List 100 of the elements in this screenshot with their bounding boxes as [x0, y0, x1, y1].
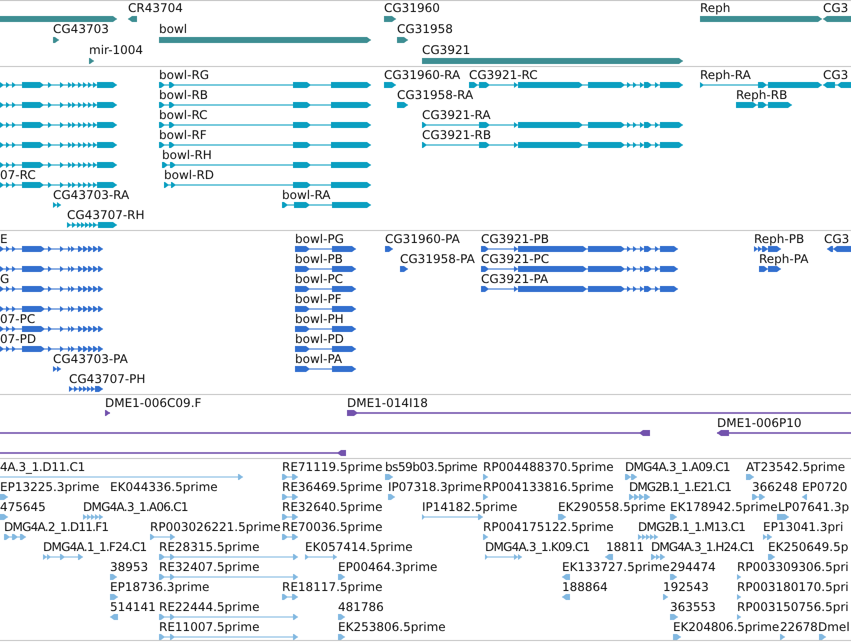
feature-label: Reph [700, 1, 730, 15]
feature-label: DMG4A.3_1.H24.C1 [651, 540, 754, 554]
feature-label: bowl-PC [295, 272, 344, 286]
feature-label: Dmel [818, 620, 850, 634]
feature-label: RE36469.5prime [282, 480, 382, 494]
feature-label: EK044336.5prime [110, 480, 218, 494]
feature-label: E [0, 232, 8, 246]
feature-label: CG3921-RB [422, 128, 492, 142]
feature-label: RE28315.5prime [159, 540, 260, 554]
feature-label: CG31960-RA [384, 68, 460, 82]
feature-label: DMG4A.3_1.K09.C1 [485, 540, 590, 554]
feature-label: EK253806.5prime [338, 620, 446, 634]
feature-label: 4A.3_1.D11.C1 [0, 460, 85, 474]
feature-label: RP004488370.5prime [483, 460, 614, 474]
feature-label: RE11007.5prime [159, 620, 260, 634]
feature-label: 188864 [562, 580, 608, 594]
feature-label: bowl-RH [162, 148, 212, 162]
feature-label: EP13225.3prime [0, 480, 100, 494]
feature-label: bowl-RA [282, 188, 330, 202]
feature-label: bs59b03.5prime [385, 460, 478, 474]
feature-label: CG31960 [384, 1, 440, 15]
feature-label: CR43704 [128, 1, 183, 15]
feature-label: RE22444.5prime [159, 600, 260, 614]
feature-label: RE32640.5prime [282, 500, 382, 514]
feature-label: CG3921-PB [481, 232, 550, 246]
feature-label: DMG4A.3_1.A06.C1 [83, 500, 188, 514]
feature-label: bowl-PG [295, 232, 344, 246]
feature-label: DME1-014I18 [347, 396, 428, 410]
feature-label: DME1-006P10 [717, 416, 802, 430]
feature-label: Reph-RB [736, 88, 788, 102]
feature-label: RP003150756.5pri [737, 600, 849, 614]
feature-label: RE70036.5prime [282, 520, 382, 534]
feature-label: CG3 [824, 232, 850, 246]
feature-label: CG43703-PA [53, 352, 128, 366]
feature-label: CG3921-PA [481, 272, 548, 286]
feature-label: bowl-PB [295, 252, 343, 266]
feature-label: 366248 [752, 480, 798, 494]
feature-label: CG43703-RA [53, 188, 130, 202]
feature-label: G [0, 272, 10, 286]
feature-label: CG31958 [397, 22, 453, 36]
feature-label: DME1-006C09.F [105, 396, 202, 410]
feature-label: RP003026221.5prime [150, 520, 281, 534]
feature-label: 07-PC [0, 312, 36, 326]
feature-label: 22678 [780, 620, 818, 634]
feature-label: CG3921 [422, 43, 470, 57]
feature-label: bowl-RD [164, 168, 214, 182]
feature-label: EP18736.3prime [110, 580, 210, 594]
feature-label: DMG2B.1_1.E21.C1 [629, 480, 731, 494]
feature-label: CG43707-PH [69, 372, 146, 386]
feature-label: 514141 [110, 600, 156, 614]
feature-label: 294474 [670, 560, 716, 574]
feature-label: bowl-PF [295, 292, 342, 306]
feature-label: Reph-RA [700, 68, 751, 82]
feature-label: CG43707-RH [67, 208, 145, 222]
feature-label: IP07318.3prime [388, 480, 482, 494]
feature-label: 475645 [0, 500, 46, 514]
feature-label: bowl-PA [295, 352, 342, 366]
feature-label: EK250649.5p [768, 540, 848, 554]
feature-label: bowl-RB [159, 88, 208, 102]
feature-label: bowl-RC [159, 108, 208, 122]
feature-label: EK290558.5prime [558, 500, 666, 514]
feature-label: AT23542.5prime [746, 460, 846, 474]
feature-label: bowl-RG [159, 68, 210, 82]
feature-label: RP004175122.5prime [483, 520, 614, 534]
feature-label: RP004133816.5prime [483, 480, 614, 494]
feature-label: EP0720 [802, 480, 848, 494]
feature-label: CG3921-PC [481, 252, 550, 266]
feature-label: CG3 [823, 1, 848, 15]
feature-label: EK057414.5prime [305, 540, 413, 554]
feature-label: 07-PD [0, 332, 36, 346]
feature-label: Reph-PA [759, 252, 808, 266]
feature-label: 481786 [338, 600, 384, 614]
feature-label: CG31958-RA [397, 88, 474, 102]
feature-label: 363553 [670, 600, 716, 614]
feature-label: IP14182.5prime [422, 500, 518, 514]
feature-label: 192543 [663, 580, 709, 594]
feature-label: DMG2B.1_1.M13.C1 [638, 520, 746, 534]
feature-label: DMG4A.2_1.D11.F1 [4, 520, 108, 534]
feature-label: EP00464.3prime [338, 560, 438, 574]
feature-label: CG43703 [53, 22, 109, 36]
feature-label: LP07641.3p [778, 500, 850, 514]
feature-label: EK178942.5prime [670, 500, 778, 514]
feature-label: CG3 [823, 68, 848, 82]
feature-label: CG31960-PA [385, 232, 460, 246]
feature-label: CG3921-RC [469, 68, 538, 82]
feature-label: bowl [159, 22, 188, 36]
feature-label: mir-1004 [89, 43, 144, 57]
feature-label: 07-RC [0, 168, 36, 182]
feature-label: EK133727.5prime [562, 560, 670, 574]
feature-label: DMG4A.1_1.F24.C1 [43, 540, 146, 554]
feature-label: CG3921-RA [422, 108, 491, 122]
feature-label: 18811 [606, 540, 644, 554]
feature-label: bowl-RF [159, 128, 207, 142]
feature-label: RP003309306.5pri [737, 560, 849, 574]
feature-label: EP13041.3pri [763, 520, 844, 534]
feature-label: RP003180170.5pri [737, 580, 849, 594]
feature-label: EK204806.5prime [673, 620, 780, 634]
feature-label: DMG4A.3_1.A09.C1 [625, 460, 730, 474]
feature-label: RE71119.5prime [282, 460, 382, 474]
feature-label: RE32407.5prime [159, 560, 260, 574]
